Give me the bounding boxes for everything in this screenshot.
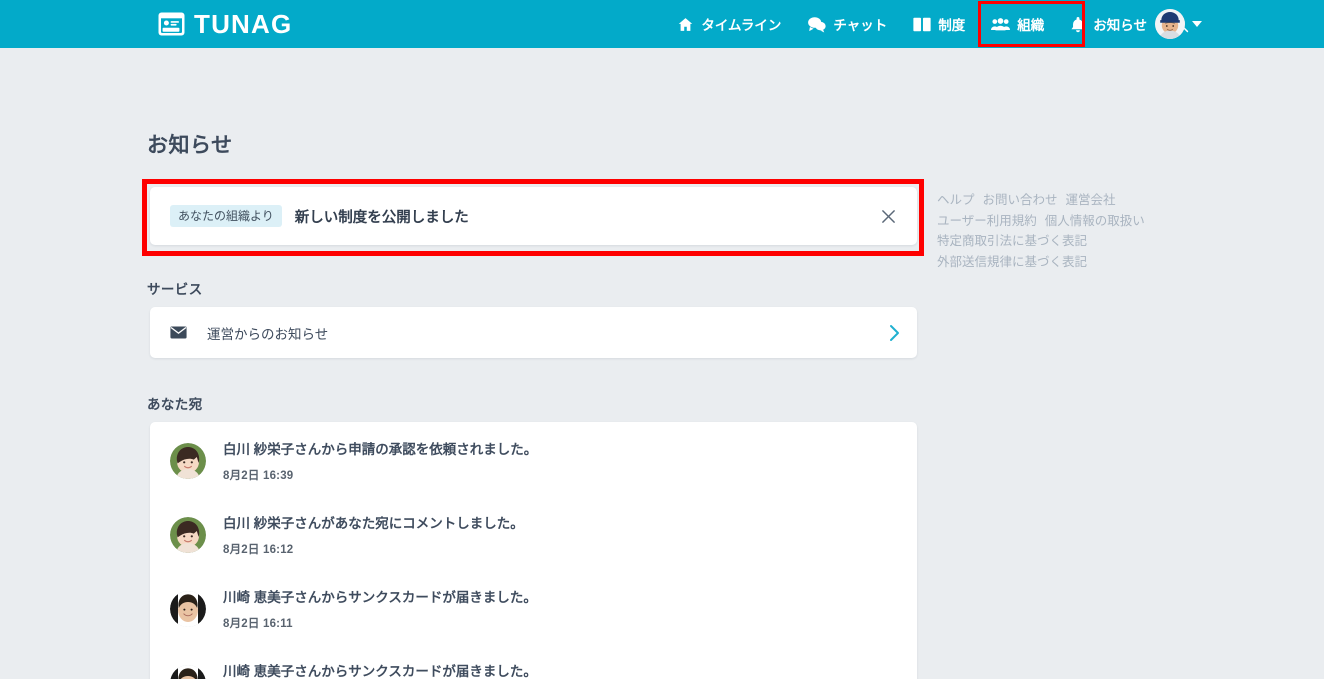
user-menu[interactable] — [1155, 0, 1202, 48]
chat-icon — [807, 16, 827, 33]
list-item[interactable]: 川崎 恵美子さんからサンクスカードが届きました。 8月2日 16:11 — [150, 578, 917, 652]
page-content: お知らせ あなたの組織より 新しい制度を公開しました サービス 運営からのお知ら… — [0, 48, 1324, 679]
list-item[interactable]: 白川 紗栄子さんから申請の承認を依頼されました。 8月2日 16:39 — [150, 430, 917, 504]
footer-link-contact[interactable]: お問い合わせ — [983, 193, 1058, 207]
book-icon — [913, 17, 931, 32]
chevron-right-icon — [889, 324, 900, 342]
service-item-operator-notice[interactable]: 運営からのお知らせ — [150, 307, 917, 358]
nav-item-notifications[interactable]: お知らせ — [1057, 0, 1160, 48]
nav-item-soshiki[interactable]: 組織 — [978, 0, 1057, 48]
list-item-body: 白川 紗栄子さんから申請の承認を依頼されました。 8月2日 16:39 — [223, 442, 537, 483]
footer-link-external-transmission[interactable]: 外部送信規律に基づく表記 — [937, 255, 1087, 269]
announcement-banner[interactable]: あなたの組織より 新しい制度を公開しました — [150, 187, 917, 245]
page-title: お知らせ — [147, 134, 233, 157]
section-title-addressed-to-you: あなた宛 — [147, 397, 203, 412]
notification-list: 白川 紗栄子さんから申請の承認を依頼されました。 8月2日 16:39 白川 紗… — [150, 422, 917, 679]
list-item[interactable]: 白川 紗栄子さんがあなた宛にコメントしました。 8月2日 16:12 — [150, 504, 917, 578]
footer-link-commercial-law[interactable]: 特定商取引法に基づく表記 — [937, 234, 1087, 248]
nav-label-timeline: タイムライン — [701, 18, 782, 33]
chevron-down-icon — [1192, 21, 1202, 27]
bell-icon — [1070, 16, 1086, 33]
nav-item-chat[interactable]: チャット — [794, 0, 900, 48]
id-card-icon — [158, 12, 185, 36]
nav-label-chat: チャット — [833, 18, 888, 33]
home-icon — [677, 16, 694, 33]
mail-icon — [170, 326, 187, 339]
notification-time: 8月2日 16:12 — [223, 544, 294, 557]
nav-label-notifications: お知らせ — [1093, 18, 1147, 33]
nav-item-timeline[interactable]: タイムライン — [664, 0, 794, 48]
top-navigation-bar: TUNAG タイムライン チャット 制度 組織 お知らせ — [0, 0, 1324, 48]
footer-link-privacy[interactable]: 個人情報の取扱い — [1045, 214, 1145, 228]
people-icon — [991, 17, 1011, 32]
notification-time: 8月2日 16:39 — [223, 470, 294, 483]
notification-text: 白川 紗栄子さんがあなた宛にコメントしました。 — [223, 516, 524, 531]
avatar — [170, 443, 206, 479]
footer-link-company[interactable]: 運営会社 — [1066, 193, 1116, 207]
notification-time: 8月2日 16:11 — [223, 618, 293, 631]
app-logo[interactable]: TUNAG — [158, 11, 292, 37]
nav-item-seido[interactable]: 制度 — [900, 0, 978, 48]
section-title-service: サービス — [147, 282, 203, 297]
close-icon[interactable] — [873, 201, 903, 231]
list-item[interactable]: 川崎 恵美子さんからサンクスカードが届きました。 8月2日 16:08 — [150, 652, 917, 679]
main-nav: タイムライン チャット 制度 組織 お知らせ — [664, 0, 1200, 48]
banner-title: 新しい制度を公開しました — [294, 209, 469, 226]
footer-link-help[interactable]: ヘルプ — [937, 193, 975, 207]
footer-link-terms[interactable]: ユーザー利用規約 — [937, 214, 1037, 228]
avatar — [1155, 9, 1185, 39]
avatar — [170, 517, 206, 553]
nav-label-soshiki: 組織 — [1017, 18, 1045, 33]
notification-text: 川崎 恵美子さんからサンクスカードが届きました。 — [223, 590, 537, 605]
notification-text: 白川 紗栄子さんから申請の承認を依頼されました。 — [223, 442, 538, 457]
list-item-body: 白川 紗栄子さんがあなた宛にコメントしました。 8月2日 16:12 — [223, 516, 524, 557]
banner-badge: あなたの組織より — [170, 205, 282, 227]
app-logo-text: TUNAG — [194, 9, 293, 39]
list-item-body: 川崎 恵美子さんからサンクスカードが届きました。 8月2日 16:08 — [223, 664, 537, 679]
service-item-label: 運営からのお知らせ — [207, 326, 329, 342]
footer-links: ヘルプ お問い合わせ 運営会社 ユーザー利用規約 個人情報の取扱い 特定商取引法に基づ… — [937, 190, 1167, 272]
nav-label-seido: 制度 — [938, 18, 966, 33]
avatar — [170, 665, 206, 679]
notification-text: 川崎 恵美子さんからサンクスカードが届きました。 — [223, 664, 537, 679]
avatar — [170, 591, 206, 627]
list-item-body: 川崎 恵美子さんからサンクスカードが届きました。 8月2日 16:11 — [223, 590, 537, 631]
